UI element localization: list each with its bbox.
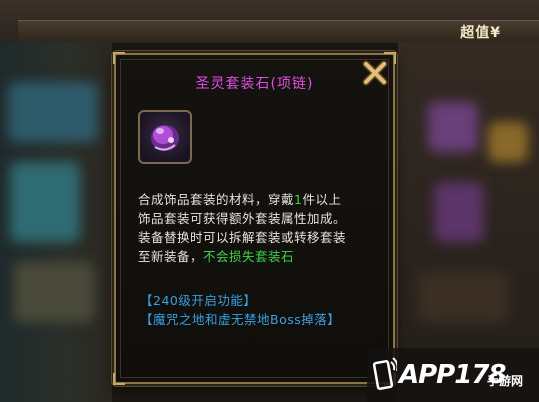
blurred-slot — [10, 162, 80, 242]
item-source-info: 【240级开启功能】 【魔咒之地和虚无禁地Boss掉落】 — [140, 291, 340, 329]
frame-corner — [113, 373, 125, 385]
blurred-slot — [488, 122, 528, 162]
close-button[interactable] — [361, 59, 389, 87]
highlight-text: 不会损失套装石 — [203, 249, 295, 264]
blurred-slot — [428, 102, 478, 152]
item-description: 合成饰品套装的材料，穿戴1件以上 饰品套装可获得额外套装属性加成。 装备替换时可… — [138, 190, 383, 266]
drop-source-text: 【魔咒之地和虚无禁地Boss掉落】 — [140, 312, 341, 327]
description-line: 至新装备，不会损失套装石 — [138, 247, 383, 266]
blurred-slot — [8, 82, 98, 142]
item-icon-slot — [138, 110, 192, 164]
unlock-level-text: 【240级开启功能】 — [140, 293, 257, 308]
blurred-slot — [434, 182, 484, 242]
top-bar-label: 超值¥ — [460, 25, 501, 41]
blurred-slot — [14, 262, 94, 322]
description-text: 合成饰品套装的材料，穿戴 — [138, 192, 295, 207]
close-icon — [362, 60, 388, 86]
item-title: 圣灵套装石(项链) — [195, 76, 314, 92]
description-line: 装备替换时可以拆解套装或转移套装 — [138, 230, 347, 245]
phone-icon — [373, 357, 397, 390]
frame-corner — [113, 52, 125, 64]
site-watermark: APP178 手游网 — [367, 348, 539, 402]
left-panel-blurred — [0, 42, 112, 402]
watermark-suffix: 手游网 — [487, 374, 524, 388]
description-text: 至新装备， — [138, 249, 204, 264]
purple-gem-necklace-icon — [151, 125, 179, 151]
description-line: 合成饰品套装的材料，穿戴1件以上 — [138, 190, 383, 209]
description-line: 饰品套装可获得额外套装属性加成。 — [138, 211, 347, 226]
description-text: 件以上 — [302, 192, 342, 207]
item-tooltip-popup: 圣灵套装石(项链) 合成饰品套装的材料，穿戴1件以上 饰品套装可获得额外套装属性… — [113, 52, 396, 385]
blurred-slot — [418, 272, 508, 322]
